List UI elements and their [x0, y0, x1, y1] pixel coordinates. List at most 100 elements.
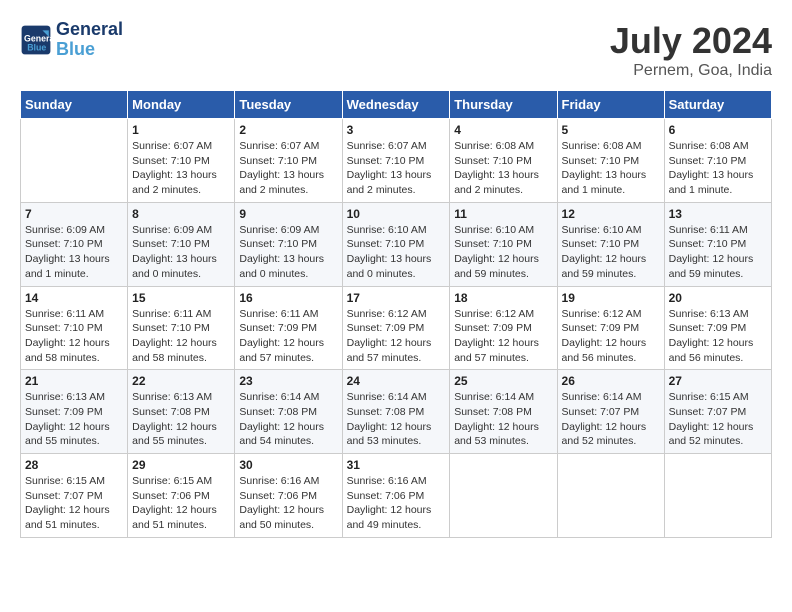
calendar-cell: 6Sunrise: 6:08 AM Sunset: 7:10 PM Daylig…	[664, 119, 771, 203]
weekday-header-saturday: Saturday	[664, 91, 771, 119]
page-header: General Blue General Blue July 2024 Pern…	[20, 20, 772, 80]
calendar-cell: 22Sunrise: 6:13 AM Sunset: 7:08 PM Dayli…	[128, 370, 235, 454]
day-number: 5	[562, 123, 660, 137]
day-number: 28	[25, 458, 123, 472]
day-info: Sunrise: 6:15 AM Sunset: 7:07 PM Dayligh…	[25, 474, 123, 533]
calendar-cell: 18Sunrise: 6:12 AM Sunset: 7:09 PM Dayli…	[450, 286, 557, 370]
day-number: 7	[25, 207, 123, 221]
day-number: 29	[132, 458, 230, 472]
day-number: 19	[562, 291, 660, 305]
day-info: Sunrise: 6:10 AM Sunset: 7:10 PM Dayligh…	[454, 223, 552, 282]
day-info: Sunrise: 6:13 AM Sunset: 7:09 PM Dayligh…	[25, 390, 123, 449]
calendar-week-3: 14Sunrise: 6:11 AM Sunset: 7:10 PM Dayli…	[21, 286, 772, 370]
calendar-cell: 13 Sunrise: 6:11 AM Sunset: 7:10 PM Dayli…	[664, 202, 771, 286]
calendar-cell: 20Sunrise: 6:13 AM Sunset: 7:09 PM Dayli…	[664, 286, 771, 370]
day-info: Sunrise: 6:15 AM Sunset: 7:07 PM Dayligh…	[669, 390, 767, 449]
logo-line2: Blue	[56, 40, 123, 60]
calendar-cell: 21Sunrise: 6:13 AM Sunset: 7:09 PM Dayli…	[21, 370, 128, 454]
title-block: July 2024 Pernem, Goa, India	[610, 20, 772, 80]
day-info: Sunrise: 6:11 AM Sunset: 7:10 PM Dayligh…	[669, 223, 767, 282]
day-info: Sunrise: 6:14 AM Sunset: 7:08 PM Dayligh…	[454, 390, 552, 449]
day-info: Sunrise: 6:15 AM Sunset: 7:06 PM Dayligh…	[132, 474, 230, 533]
day-number: 4	[454, 123, 552, 137]
calendar-table: SundayMondayTuesdayWednesdayThursdayFrid…	[20, 90, 772, 538]
day-info: Sunrise: 6:08 AM Sunset: 7:10 PM Dayligh…	[562, 139, 660, 198]
month-year: July 2024	[610, 20, 772, 62]
calendar-cell: 19 Sunrise: 6:12 AM Sunset: 7:09 PM Dayli…	[557, 286, 664, 370]
day-number: 20	[669, 291, 767, 305]
day-info: Sunrise: 6:14 AM Sunset: 7:07 PM Dayligh…	[562, 390, 660, 449]
day-info: Sunrise: 6:07 AM Sunset: 7:10 PM Dayligh…	[239, 139, 337, 198]
day-info: Sunrise: 6:09 AM Sunset: 7:10 PM Dayligh…	[25, 223, 123, 282]
calendar-cell: 31Sunrise: 6:16 AM Sunset: 7:06 PM Dayli…	[342, 454, 450, 538]
calendar-cell: 30 Sunrise: 6:16 AM Sunset: 7:06 PM Dayli…	[235, 454, 342, 538]
calendar-cell: 11 Sunrise: 6:10 AM Sunset: 7:10 PM Dayli…	[450, 202, 557, 286]
weekday-header-wednesday: Wednesday	[342, 91, 450, 119]
day-number: 23	[239, 374, 337, 388]
day-info: Sunrise: 6:07 AM Sunset: 7:10 PM Dayligh…	[132, 139, 230, 198]
logo-line1: General	[56, 20, 123, 40]
day-info: Sunrise: 6:12 AM Sunset: 7:09 PM Dayligh…	[347, 307, 446, 366]
weekday-header-friday: Friday	[557, 91, 664, 119]
calendar-cell: 2 Sunrise: 6:07 AM Sunset: 7:10 PM Daylig…	[235, 119, 342, 203]
location: Pernem, Goa, India	[610, 62, 772, 80]
calendar-cell: 3Sunrise: 6:07 AM Sunset: 7:10 PM Daylig…	[342, 119, 450, 203]
calendar-cell: 10 Sunrise: 6:10 AM Sunset: 7:10 PM Dayli…	[342, 202, 450, 286]
calendar-week-2: 7 Sunrise: 6:09 AM Sunset: 7:10 PM Daylig…	[21, 202, 772, 286]
calendar-cell	[21, 119, 128, 203]
day-info: Sunrise: 6:10 AM Sunset: 7:10 PM Dayligh…	[562, 223, 660, 282]
svg-text:Blue: Blue	[27, 42, 46, 52]
day-number: 11	[454, 207, 552, 221]
day-number: 15	[132, 291, 230, 305]
day-info: Sunrise: 6:14 AM Sunset: 7:08 PM Dayligh…	[239, 390, 337, 449]
calendar-cell: 4 Sunrise: 6:08 AM Sunset: 7:10 PM Daylig…	[450, 119, 557, 203]
day-info: Sunrise: 6:08 AM Sunset: 7:10 PM Dayligh…	[454, 139, 552, 198]
day-info: Sunrise: 6:07 AM Sunset: 7:10 PM Dayligh…	[347, 139, 446, 198]
calendar-cell: 15 Sunrise: 6:11 AM Sunset: 7:10 PM Dayli…	[128, 286, 235, 370]
day-number: 22	[132, 374, 230, 388]
day-number: 30	[239, 458, 337, 472]
day-info: Sunrise: 6:12 AM Sunset: 7:09 PM Dayligh…	[562, 307, 660, 366]
day-number: 12	[562, 207, 660, 221]
calendar-cell: 14Sunrise: 6:11 AM Sunset: 7:10 PM Dayli…	[21, 286, 128, 370]
day-number: 1	[132, 123, 230, 137]
weekday-header-sunday: Sunday	[21, 91, 128, 119]
day-info: Sunrise: 6:14 AM Sunset: 7:08 PM Dayligh…	[347, 390, 446, 449]
calendar-cell: 29 Sunrise: 6:15 AM Sunset: 7:06 PM Dayli…	[128, 454, 235, 538]
calendar-week-5: 28 Sunrise: 6:15 AM Sunset: 7:07 PM Dayli…	[21, 454, 772, 538]
day-number: 6	[669, 123, 767, 137]
day-number: 10	[347, 207, 446, 221]
day-number: 17	[347, 291, 446, 305]
day-number: 26	[562, 374, 660, 388]
weekday-header-tuesday: Tuesday	[235, 91, 342, 119]
calendar-cell: 16 Sunrise: 6:11 AM Sunset: 7:09 PM Dayli…	[235, 286, 342, 370]
calendar-week-1: 1 Sunrise: 6:07 AM Sunset: 7:10 PM Daylig…	[21, 119, 772, 203]
calendar-cell: 25 Sunrise: 6:14 AM Sunset: 7:08 PM Dayli…	[450, 370, 557, 454]
calendar-cell: 9Sunrise: 6:09 AM Sunset: 7:10 PM Daylig…	[235, 202, 342, 286]
calendar-cell	[664, 454, 771, 538]
calendar-cell	[557, 454, 664, 538]
day-info: Sunrise: 6:11 AM Sunset: 7:10 PM Dayligh…	[25, 307, 123, 366]
calendar-cell: 7 Sunrise: 6:09 AM Sunset: 7:10 PM Daylig…	[21, 202, 128, 286]
day-number: 2	[239, 123, 337, 137]
calendar-cell: 5 Sunrise: 6:08 AM Sunset: 7:10 PM Daylig…	[557, 119, 664, 203]
day-number: 16	[239, 291, 337, 305]
calendar-cell: 23 Sunrise: 6:14 AM Sunset: 7:08 PM Dayli…	[235, 370, 342, 454]
day-info: Sunrise: 6:11 AM Sunset: 7:09 PM Dayligh…	[239, 307, 337, 366]
calendar-header-row: SundayMondayTuesdayWednesdayThursdayFrid…	[21, 91, 772, 119]
day-info: Sunrise: 6:11 AM Sunset: 7:10 PM Dayligh…	[132, 307, 230, 366]
logo-icon: General Blue	[20, 24, 52, 56]
weekday-header-monday: Monday	[128, 91, 235, 119]
day-info: Sunrise: 6:16 AM Sunset: 7:06 PM Dayligh…	[347, 474, 446, 533]
calendar-cell: 8Sunrise: 6:09 AM Sunset: 7:10 PM Daylig…	[128, 202, 235, 286]
calendar-cell	[450, 454, 557, 538]
day-number: 25	[454, 374, 552, 388]
day-number: 27	[669, 374, 767, 388]
day-number: 13	[669, 207, 767, 221]
weekday-header-thursday: Thursday	[450, 91, 557, 119]
day-info: Sunrise: 6:16 AM Sunset: 7:06 PM Dayligh…	[239, 474, 337, 533]
day-number: 24	[347, 374, 446, 388]
day-number: 9	[239, 207, 337, 221]
day-info: Sunrise: 6:10 AM Sunset: 7:10 PM Dayligh…	[347, 223, 446, 282]
calendar-cell: 24 Sunrise: 6:14 AM Sunset: 7:08 PM Dayli…	[342, 370, 450, 454]
